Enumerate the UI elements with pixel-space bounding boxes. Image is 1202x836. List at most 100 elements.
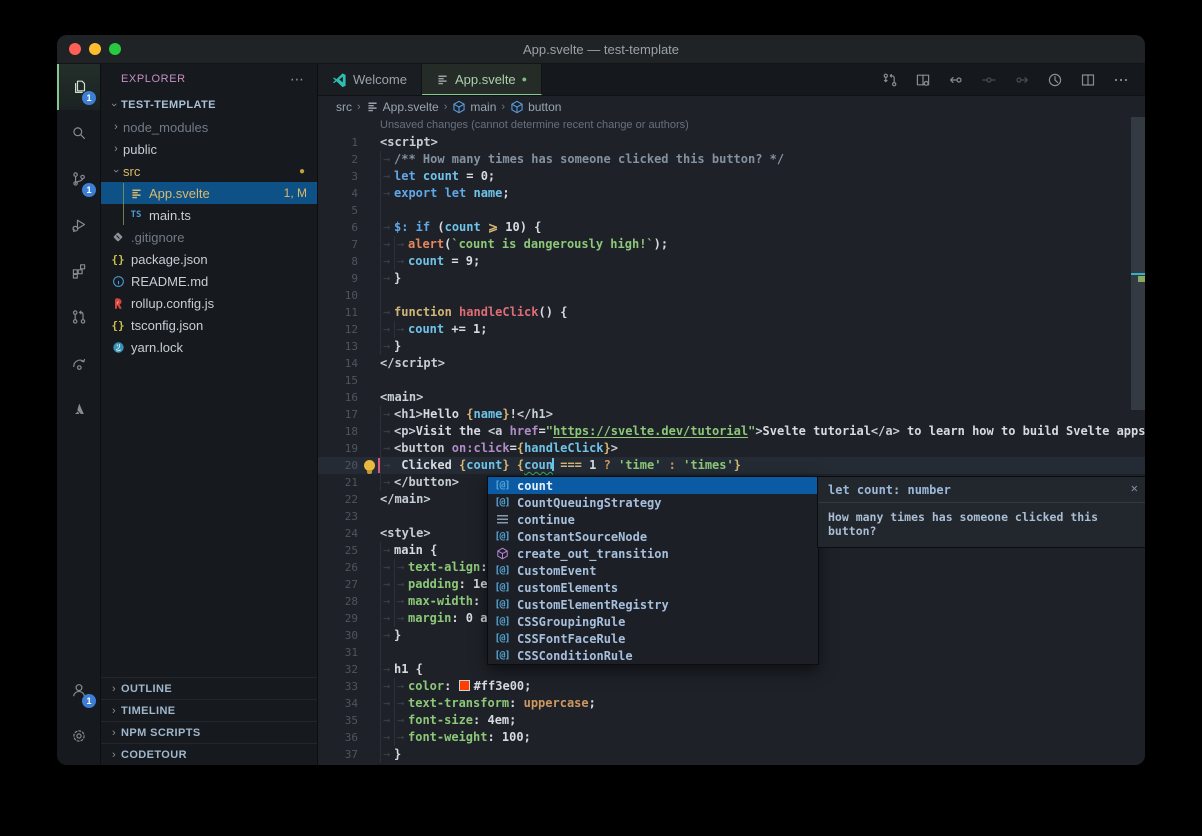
code-line-14[interactable]: 14</script> — [318, 355, 1145, 372]
tab-app-svelte[interactable]: App.svelte● — [422, 64, 542, 95]
activity-run-debug-button[interactable] — [57, 202, 100, 248]
nav-node-icon[interactable] — [981, 72, 997, 88]
section-outline[interactable]: ›OUTLINE — [101, 677, 317, 699]
split-editor-icon[interactable] — [1080, 72, 1096, 88]
file-item-yarn-lock[interactable]: yarn.lock — [101, 336, 317, 358]
breadcrumb-main[interactable]: main — [452, 100, 496, 114]
suggest-item-customelements[interactable]: [@]customElements — [488, 579, 818, 596]
code-line-37[interactable]: 37→} — [318, 746, 1145, 763]
suggest-item-customelementregistry[interactable]: [@]CustomElementRegistry — [488, 596, 818, 613]
window-body: 111 EXPLORER ⋯ › TEST-TEMPLATE ›node_mod… — [57, 64, 1145, 765]
workspace-root-folder[interactable]: › TEST-TEMPLATE — [101, 94, 317, 116]
suggest-item-count[interactable]: [@]count — [488, 477, 818, 494]
zoom-window-button[interactable] — [109, 43, 121, 55]
section-npm-scripts[interactable]: ›NPM SCRIPTS — [101, 721, 317, 743]
file-item-src[interactable]: ›src● — [101, 160, 317, 182]
unsaved-dot-icon[interactable]: ● — [522, 74, 527, 84]
code-line-11[interactable]: 11→function handleClick() { — [318, 304, 1145, 321]
lightbulb-icon[interactable] — [364, 460, 375, 471]
tab-welcome[interactable]: Welcome — [318, 64, 422, 95]
code-line-1[interactable]: 1<script> — [318, 134, 1145, 151]
file-item-main-ts[interactable]: TSmain.ts — [101, 204, 317, 226]
code-line-8[interactable]: 8→→count = 9; — [318, 253, 1145, 270]
suggest-item-cssgroupingrule[interactable]: [@]CSSGroupingRule — [488, 613, 818, 630]
color-swatch[interactable] — [459, 680, 470, 691]
code-line-2[interactable]: 2→/** How many times has someone clicked… — [318, 151, 1145, 168]
file-item-node-modules[interactable]: ›node_modules — [101, 116, 317, 138]
section-timeline[interactable]: ›TIMELINE — [101, 699, 317, 721]
breadcrumb-button[interactable]: button — [510, 100, 561, 114]
open-changes-icon[interactable] — [915, 72, 931, 88]
file-item-readme-md[interactable]: README.md — [101, 270, 317, 292]
gutter: 3 — [318, 168, 380, 185]
breadcrumb-app-svelte[interactable]: App.svelte — [366, 100, 439, 114]
code-line-7[interactable]: 7→→alert(`count is dangerously high!`); — [318, 236, 1145, 253]
file-item-public[interactable]: ›public — [101, 138, 317, 160]
close-window-button[interactable] — [69, 43, 81, 55]
code-line-36[interactable]: 36→→font-weight: 100; — [318, 729, 1145, 746]
line-content — [380, 287, 1145, 304]
scrollbar-thumb[interactable] — [1131, 117, 1145, 410]
activity-source-control-button[interactable]: 1 — [57, 156, 100, 202]
code-line-35[interactable]: 35→→font-size: 4em; — [318, 712, 1145, 729]
code-line-19[interactable]: 19→<button on:click={handleClick}> — [318, 440, 1145, 457]
indent-guide: → — [380, 729, 394, 746]
explorer-more-actions-icon[interactable]: ⋯ — [290, 71, 305, 88]
nav-forward-icon[interactable] — [1014, 72, 1030, 88]
suggest-item-cssfontfacerule[interactable]: [@]CSSFontFaceRule — [488, 630, 818, 647]
editor-group: WelcomeApp.svelte● src›App.svelte›main›b… — [318, 64, 1145, 765]
file-item-gitignore[interactable]: .gitignore — [101, 226, 317, 248]
file-item-tsconfig-json[interactable]: {}tsconfig.json — [101, 314, 317, 336]
code-line-17[interactable]: 17→<h1>Hello {name}!</h1> — [318, 406, 1145, 423]
line-number: 3 — [351, 168, 358, 185]
close-icon[interactable]: ✕ — [1131, 482, 1138, 494]
code-line-16[interactable]: 16<main> — [318, 389, 1145, 406]
indent-guide: → — [380, 338, 394, 355]
activity-azure-button[interactable] — [57, 386, 100, 432]
code-line-6[interactable]: 6→$: if (count ⩾ 10) { — [318, 219, 1145, 236]
code-line-18[interactable]: 18→<p>Visit the <a href="https://svelte.… — [318, 423, 1145, 440]
gutter: 23 — [318, 508, 380, 525]
gutter: 12 — [318, 321, 380, 338]
breadcrumb-src[interactable]: src — [336, 100, 352, 114]
code-line-20[interactable]: 20→ Clicked {count} {coun === 1 ? 'time'… — [318, 457, 1145, 474]
activity-settings-button[interactable] — [57, 713, 100, 759]
code-line-34[interactable]: 34→→text-transform: uppercase; — [318, 695, 1145, 712]
code-line-10[interactable]: 10 — [318, 287, 1145, 304]
gutter: 13 — [318, 338, 380, 355]
scrollbar[interactable] — [1131, 117, 1145, 765]
file-item-rollup-config-js[interactable]: rollup.config.js — [101, 292, 317, 314]
activity-account-button[interactable]: 1 — [57, 667, 100, 713]
code-line-33[interactable]: 33→→color: #ff3e00; — [318, 678, 1145, 695]
activity-live-share-button[interactable] — [57, 340, 100, 386]
code-line-9[interactable]: 9→} — [318, 270, 1145, 287]
code-line-13[interactable]: 13→} — [318, 338, 1145, 355]
activity-explorer-button[interactable]: 1 — [57, 64, 100, 110]
suggest-item-customevent[interactable]: [@]CustomEvent — [488, 562, 818, 579]
code-line-15[interactable]: 15 — [318, 372, 1145, 389]
run-timer-icon[interactable] — [1047, 72, 1063, 88]
more-actions-icon[interactable] — [1113, 72, 1129, 88]
code-line-12[interactable]: 12→→count += 1; — [318, 321, 1145, 338]
file-item-app-svelte[interactable]: App.svelte1, M — [101, 182, 317, 204]
minimize-window-button[interactable] — [89, 43, 101, 55]
code-line-5[interactable]: 5 — [318, 202, 1145, 219]
title-bar[interactable]: App.svelte — test-template — [57, 35, 1145, 64]
code-line-3[interactable]: 3→let count = 0; — [318, 168, 1145, 185]
activity-search-button[interactable] — [57, 110, 100, 156]
code-line-4[interactable]: 4→export let name; — [318, 185, 1145, 202]
file-item-package-json[interactable]: {}package.json — [101, 248, 317, 270]
suggest-item-create-out-transition[interactable]: create_out_transition — [488, 545, 818, 562]
git-compare-icon[interactable] — [882, 72, 898, 88]
vscode-window: App.svelte — test-template 111 EXPLORER … — [57, 35, 1145, 765]
overview-ruler-cursor-marker — [1131, 273, 1145, 275]
suggest-item-constantsourcenode[interactable]: [@]ConstantSourceNode — [488, 528, 818, 545]
code-editor[interactable]: Unsaved changes (cannot determine recent… — [318, 117, 1145, 765]
activity-github-pr-button[interactable] — [57, 294, 100, 340]
activity-extensions-button[interactable] — [57, 248, 100, 294]
nav-back-icon[interactable] — [948, 72, 964, 88]
suggest-item-cssconditionrule[interactable]: [@]CSSConditionRule — [488, 647, 818, 664]
suggest-item-countqueuingstrategy[interactable]: [@]CountQueuingStrategy — [488, 494, 818, 511]
suggest-item-continue[interactable]: continue — [488, 511, 818, 528]
section-codetour[interactable]: ›CODETOUR — [101, 743, 317, 765]
